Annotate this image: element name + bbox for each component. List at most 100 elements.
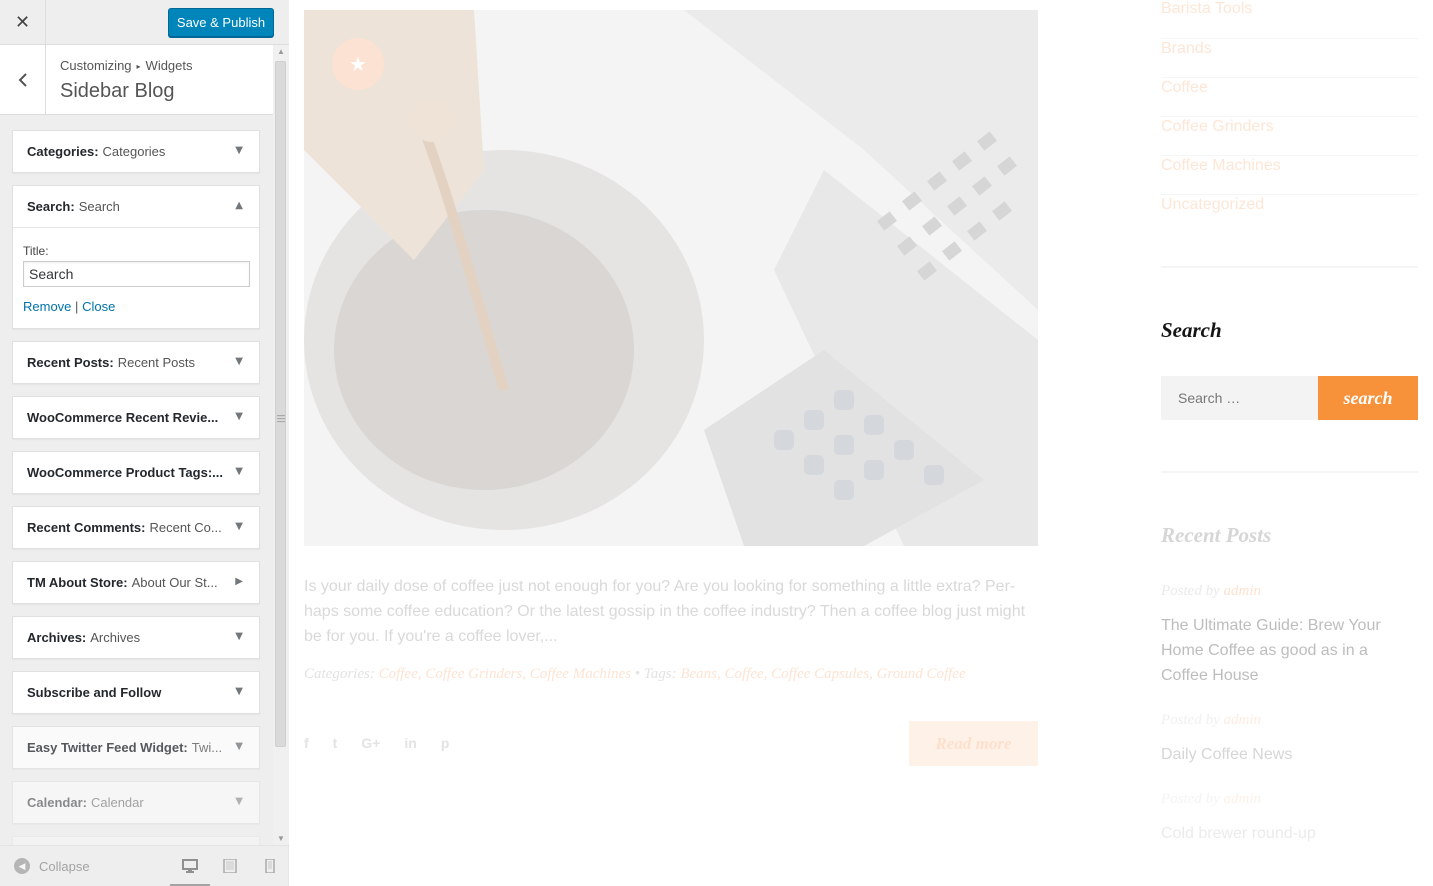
widget-type: Recent Posts: [27, 355, 114, 370]
categories-label: Categories: [304, 666, 375, 682]
widget-header[interactable]: Easy Twitter Feed Widget: Twi... [13, 727, 259, 768]
arrow-down-icon[interactable]: ▼ [235, 686, 243, 697]
category-link[interactable]: Brands [1161, 39, 1418, 78]
breadcrumb: Customizing ▸ Widgets [60, 58, 193, 73]
arrow-down-icon[interactable]: ▼ [235, 741, 243, 752]
widget-type: Easy Twitter Feed Widget: [27, 740, 188, 755]
widget-recent-posts[interactable]: Recent Posts: Recent Posts ▼ [12, 341, 260, 384]
widget-header[interactable]: Search: Search [13, 186, 259, 227]
widget-header[interactable]: Recent Posts: Recent Posts [13, 342, 259, 383]
search-input[interactable]: Search … [1161, 376, 1318, 420]
widget-header[interactable]: TM About Store: About Our St... [13, 562, 259, 603]
close-link[interactable]: Close [82, 299, 115, 314]
collapse-button[interactable]: ◀ Collapse [14, 858, 90, 874]
facebook-icon[interactable]: f [304, 735, 309, 751]
save-publish-button[interactable]: Save & Publish [168, 8, 274, 37]
read-more-button[interactable]: Read more [909, 721, 1038, 766]
widget-search[interactable]: Search: Search ▲ Title: Search Remove | C… [12, 185, 260, 329]
recent-post-link[interactable]: The Ultimate Guide: Brew Your Home Coffe… [1161, 613, 1418, 688]
recent-post-link[interactable]: Daily Coffee News [1161, 742, 1418, 767]
section-title: Sidebar Blog [60, 80, 175, 102]
arrow-down-icon[interactable]: ▼ [235, 796, 243, 807]
widget-header[interactable]: Categories: Categories [13, 131, 259, 172]
desktop-preview-icon[interactable] [182, 859, 198, 873]
arrow-down-icon[interactable]: ▼ [235, 411, 243, 422]
section-title-bar: Customizing ▸ Widgets Sidebar Blog [0, 45, 273, 115]
category-link[interactable]: Coffee Machines [1161, 156, 1418, 195]
widget-header[interactable]: WooCommerce Product Tags:... [13, 452, 259, 493]
arrow-right-icon[interactable]: ▶ [235, 576, 243, 587]
widget-woocommerce-product-tags[interactable]: WooCommerce Product Tags:... ▼ [12, 451, 260, 494]
post-byline: Posted by admin [1161, 583, 1261, 600]
pinterest-icon[interactable]: p [441, 735, 450, 751]
posted-by-label: Posted by [1161, 583, 1220, 599]
widget-archives[interactable]: Archives: Archives ▼ [12, 616, 260, 659]
breadcrumb-separator: ▸ [136, 62, 141, 71]
scroll-up-icon[interactable]: ▲ [277, 47, 285, 56]
customizer-app: ✕ Save & Publish Customizing ▸ Widgets Sid… [0, 0, 1433, 886]
site-preview: ★ Is your daily dose of coffee just not … [289, 0, 1433, 886]
category-link[interactable]: Coffee Grinders [1161, 117, 1418, 156]
widget-header[interactable]: Subscribe and Follow [13, 672, 259, 713]
linkedin-icon[interactable]: in [404, 735, 416, 751]
widget-title: Recent Co... [149, 520, 222, 535]
widget-recent-comments[interactable]: Recent Comments: Recent Co... ▼ [12, 506, 260, 549]
widget-title: Calendar [90, 795, 144, 810]
search-button[interactable]: search [1318, 376, 1418, 420]
scroll-down-icon[interactable]: ▼ [277, 834, 285, 843]
recent-post-link[interactable]: Cold brewer round-up [1161, 821, 1418, 846]
share-bar: f t G+ in p [304, 735, 449, 751]
scrollbar[interactable]: ▲ — — — ▼ [273, 45, 289, 845]
widget-calendar[interactable]: Calendar: Calendar ▼ [12, 781, 260, 824]
widget-tm-about-store[interactable]: TM About Store: About Our St... ▶ [12, 561, 260, 604]
widget-easy-twitter-feed[interactable]: Easy Twitter Feed Widget: Twi... ▼ [12, 726, 260, 769]
mobile-preview-icon[interactable] [262, 859, 278, 873]
widget-header[interactable]: Calendar: Calendar [13, 782, 259, 823]
widget-woocommerce-recent-reviews[interactable]: WooCommerce Recent Revie... ▼ [12, 396, 260, 439]
customizer-panel: ✕ Save & Publish Customizing ▸ Widgets Sid… [0, 0, 289, 886]
arrow-up-icon[interactable]: ▲ [235, 200, 243, 211]
arrow-down-icon[interactable]: ▼ [235, 145, 243, 156]
widget-header[interactable]: Archives: Archives [13, 617, 259, 658]
widget-divider [1161, 266, 1418, 268]
widget-type: Recent Comments: [27, 520, 146, 535]
post-tags[interactable]: Beans, Coffee, Coffee Capsules, Ground C… [680, 666, 965, 682]
title-field-label: Title: [23, 244, 49, 258]
actions-divider: | [75, 299, 79, 314]
remove-link[interactable]: Remove [23, 299, 71, 314]
widget-actions: Remove | Close [23, 299, 249, 314]
back-arrow-icon[interactable] [0, 45, 46, 115]
widget-type: WooCommerce Recent Revie... [27, 410, 219, 425]
widget-header[interactable]: Recent Comments: Recent Co... [13, 507, 259, 548]
post-categories[interactable]: Coffee, Coffee Grinders, Coffee Machines [379, 666, 631, 682]
tablet-preview-icon[interactable] [222, 859, 238, 873]
widget-header[interactable]: WooCommerce Recent Revie... [13, 397, 259, 438]
widget-subscribe-follow[interactable]: Subscribe and Follow ▼ [12, 671, 260, 714]
post-featured-image[interactable]: ★ [304, 10, 1038, 546]
category-link[interactable]: Coffee [1161, 78, 1418, 117]
customizer-header: ✕ Save & Publish [0, 0, 289, 45]
widget-body: Title: Search Remove | Close [13, 227, 259, 328]
close-icon[interactable]: ✕ [0, 0, 46, 45]
post-excerpt: Is your daily dose of coffee just not en… [304, 578, 1026, 645]
arrow-down-icon[interactable]: ▼ [235, 631, 243, 642]
arrow-down-icon[interactable]: ▼ [235, 356, 243, 367]
author-link[interactable]: admin [1223, 712, 1261, 728]
coffee-laptop-photo [304, 10, 1038, 546]
breadcrumb-root: Customizing [60, 58, 132, 73]
google-plus-icon[interactable]: G+ [361, 735, 380, 751]
twitter-icon[interactable]: t [333, 735, 338, 751]
customizer-scroll-area: Customizing ▸ Widgets Sidebar Blog Categor… [0, 45, 273, 845]
title-field[interactable]: Search [23, 261, 250, 287]
author-link[interactable]: admin [1223, 583, 1261, 599]
category-link[interactable]: Barista Tools [1161, 0, 1418, 39]
widget-title: Categories [102, 144, 166, 159]
widget-divider [1161, 471, 1418, 473]
widget-title: Archives [90, 630, 141, 645]
arrow-down-icon[interactable]: ▼ [235, 466, 243, 477]
category-link[interactable]: Uncategorized [1161, 195, 1418, 234]
widget-categories[interactable]: Categories: Categories ▼ [12, 130, 260, 173]
arrow-down-icon[interactable]: ▼ [235, 521, 243, 532]
author-link[interactable]: admin [1223, 791, 1261, 807]
scrollbar-thumb[interactable]: — — — [275, 61, 286, 747]
